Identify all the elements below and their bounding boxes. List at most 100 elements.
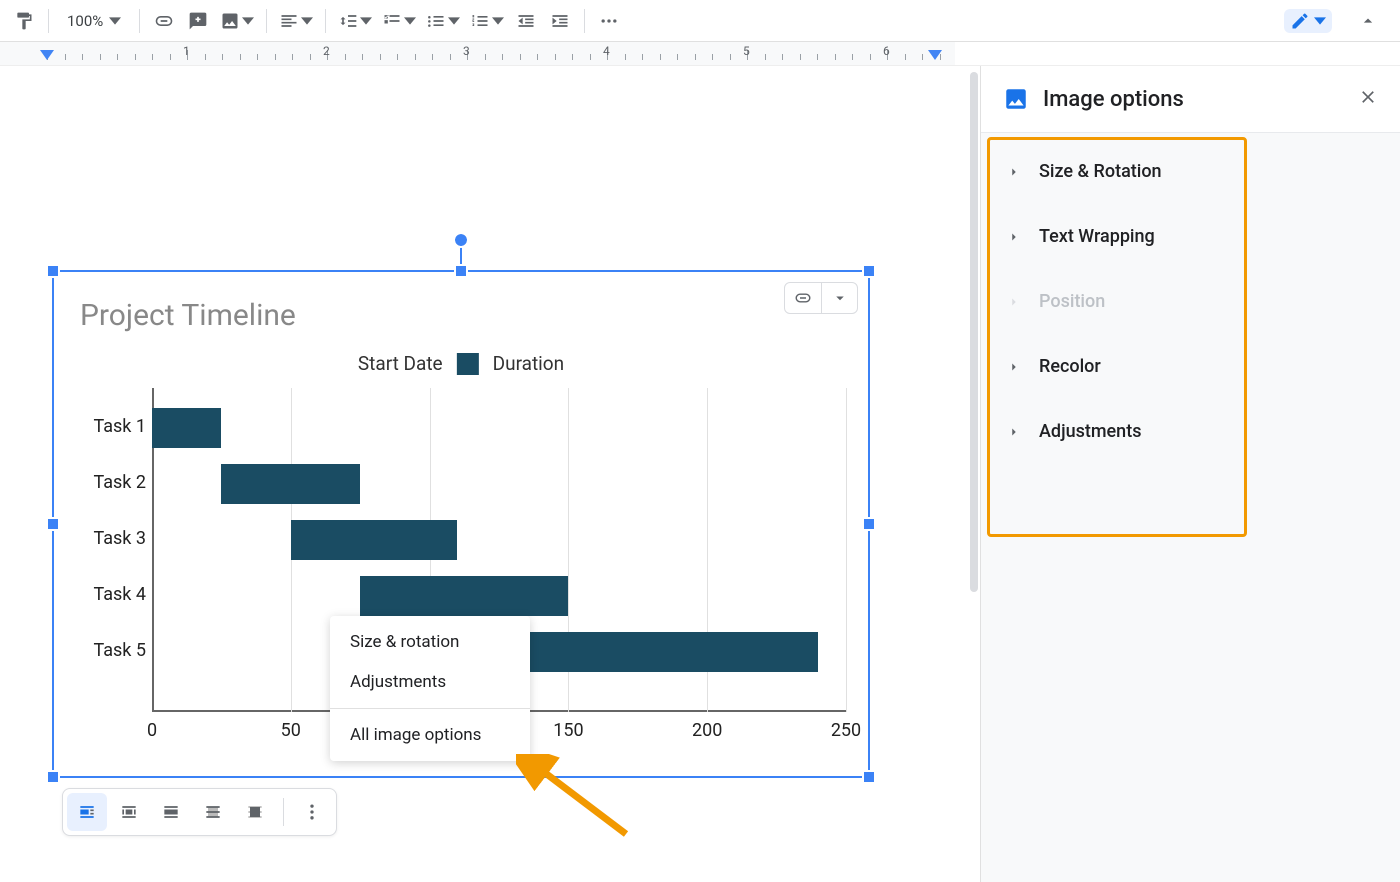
more-vertical-icon bbox=[302, 802, 322, 822]
chart-bar bbox=[152, 408, 221, 448]
legend-swatch bbox=[457, 353, 479, 375]
toolbar: 100% bbox=[0, 0, 1400, 42]
indent-left-handle[interactable] bbox=[40, 50, 54, 60]
separator bbox=[266, 9, 267, 33]
paint-format-button[interactable] bbox=[8, 5, 40, 37]
indent-button[interactable] bbox=[544, 5, 576, 37]
chevron-down-icon bbox=[360, 15, 372, 27]
sidebar-section-label: Text Wrapping bbox=[1039, 226, 1155, 247]
checklist-button[interactable] bbox=[378, 5, 420, 37]
image-layout-toolbar bbox=[62, 788, 337, 836]
sidebar-section-label: Size & Rotation bbox=[1039, 161, 1162, 182]
resize-handle-ml[interactable] bbox=[48, 519, 58, 529]
rotate-handle[interactable] bbox=[455, 234, 467, 246]
collapse-toolbar-button[interactable] bbox=[1352, 5, 1384, 37]
align-button[interactable] bbox=[275, 5, 317, 37]
indent-icon bbox=[550, 11, 570, 31]
outdent-button[interactable] bbox=[510, 5, 542, 37]
scrollbar-thumb[interactable] bbox=[970, 72, 978, 592]
close-icon bbox=[1358, 87, 1378, 107]
editing-mode-button[interactable] bbox=[1284, 9, 1332, 33]
chevron-down-icon bbox=[492, 15, 504, 27]
separator bbox=[139, 9, 140, 33]
resize-handle-br[interactable] bbox=[864, 772, 874, 782]
more-horizontal-icon bbox=[599, 11, 619, 31]
sidebar-section-text-wrapping[interactable]: Text Wrapping bbox=[981, 204, 1400, 269]
sidebar-section-position: Position bbox=[981, 269, 1400, 334]
insert-image-button[interactable] bbox=[216, 5, 258, 37]
chevron-right-icon bbox=[1007, 165, 1021, 179]
separator bbox=[48, 9, 49, 33]
outdent-icon bbox=[516, 11, 536, 31]
resize-handle-tr[interactable] bbox=[864, 266, 874, 276]
layout-inline-button[interactable] bbox=[67, 793, 107, 831]
resize-handle-tl[interactable] bbox=[48, 266, 58, 276]
align-left-icon bbox=[279, 11, 299, 31]
sidebar-section-adjustments[interactable]: Adjustments bbox=[981, 399, 1400, 464]
numbered-list-button[interactable] bbox=[466, 5, 508, 37]
layout-wrap-icon bbox=[119, 802, 139, 822]
chevron-right-icon bbox=[1007, 425, 1021, 439]
resize-handle-mr[interactable] bbox=[864, 519, 874, 529]
chart-link-button[interactable] bbox=[785, 283, 821, 313]
bulleted-list-button[interactable] bbox=[422, 5, 464, 37]
chevron-down-icon bbox=[301, 15, 313, 27]
indent-right-handle[interactable] bbox=[928, 50, 942, 60]
chart-title: Project Timeline bbox=[80, 298, 296, 333]
document-canvas[interactable]: Project Timeline Start Date Duration 050… bbox=[0, 66, 980, 882]
y-tick-label: Task 5 bbox=[70, 640, 146, 661]
chart-bar bbox=[291, 520, 458, 560]
zoom-dropdown[interactable]: 100% bbox=[57, 5, 131, 37]
link-icon bbox=[794, 289, 812, 307]
layout-wrap-button[interactable] bbox=[109, 793, 149, 831]
layout-behind-button[interactable] bbox=[193, 793, 233, 831]
layout-break-button[interactable] bbox=[151, 793, 191, 831]
divider bbox=[330, 708, 530, 709]
add-comment-button[interactable] bbox=[182, 5, 214, 37]
ctx-adjustments[interactable]: Adjustments bbox=[330, 662, 530, 702]
sidebar-section-label: Position bbox=[1039, 291, 1105, 312]
legend-label-1: Duration bbox=[493, 352, 565, 375]
layout-front-icon bbox=[245, 802, 265, 822]
sidebar-body: Size & Rotation Text Wrapping Position Reco… bbox=[981, 133, 1400, 882]
chart-legend: Start Date Duration bbox=[358, 352, 564, 375]
chevron-down-icon bbox=[404, 15, 416, 27]
x-tick-label: 250 bbox=[831, 720, 861, 741]
line-spacing-button[interactable] bbox=[334, 5, 376, 37]
bullet-list-icon bbox=[426, 11, 446, 31]
layout-front-button[interactable] bbox=[235, 793, 275, 831]
chevron-down-icon bbox=[242, 15, 254, 27]
link-icon bbox=[154, 11, 174, 31]
x-tick-label: 0 bbox=[147, 720, 157, 741]
sidebar-section-size-rotation[interactable]: Size & Rotation bbox=[981, 139, 1400, 204]
image-icon bbox=[1003, 86, 1029, 112]
chart-bar bbox=[360, 576, 568, 616]
sidebar-header: Image options bbox=[981, 66, 1400, 133]
ruler[interactable]: 123456 bbox=[0, 42, 1400, 66]
chart-bar bbox=[221, 464, 360, 504]
line-spacing-icon bbox=[338, 11, 358, 31]
layout-behind-icon bbox=[203, 802, 223, 822]
y-tick-label: Task 3 bbox=[70, 528, 146, 549]
comment-plus-icon bbox=[188, 11, 208, 31]
layout-more-button[interactable] bbox=[292, 793, 332, 831]
y-tick-label: Task 4 bbox=[70, 584, 146, 605]
resize-handle-tm[interactable] bbox=[456, 266, 466, 276]
more-button[interactable] bbox=[593, 5, 625, 37]
zoom-value: 100% bbox=[67, 12, 103, 30]
checklist-icon bbox=[382, 11, 402, 31]
ctx-all-image-options[interactable]: All image options bbox=[330, 715, 530, 755]
sidebar-section-recolor[interactable]: Recolor bbox=[981, 334, 1400, 399]
resize-handle-bl[interactable] bbox=[48, 772, 58, 782]
sidebar-close-button[interactable] bbox=[1358, 87, 1378, 111]
ctx-size-rotation[interactable]: Size & rotation bbox=[330, 622, 530, 662]
sidebar-title: Image options bbox=[1043, 87, 1344, 112]
image-icon bbox=[220, 11, 240, 31]
insert-link-button[interactable] bbox=[148, 5, 180, 37]
scrollbar[interactable] bbox=[966, 66, 980, 882]
layout-break-icon bbox=[161, 802, 181, 822]
chart-menu-button[interactable] bbox=[821, 283, 857, 313]
layout-inline-icon bbox=[77, 802, 97, 822]
sidebar-section-label: Adjustments bbox=[1039, 421, 1141, 442]
chevron-up-icon bbox=[1358, 11, 1378, 31]
